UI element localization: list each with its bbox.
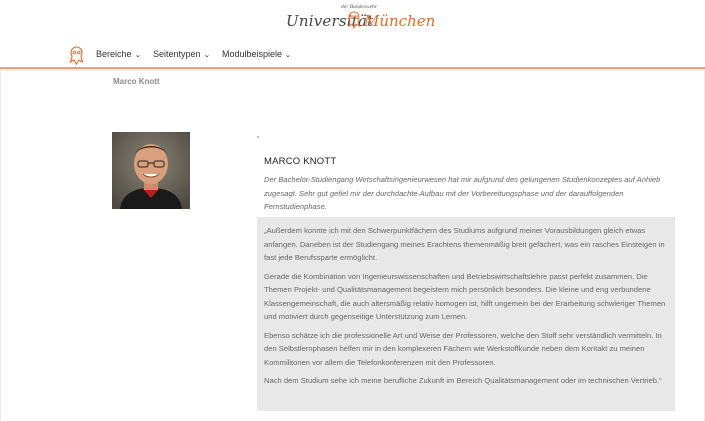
- nav-item-label: Seitentypen: [153, 49, 201, 59]
- logo-subtitle: der Bundeswehr: [341, 4, 377, 10]
- quote-paragraph: Gerade die Kombination von Ingenieurswis…: [264, 271, 666, 322]
- profile-name: MARCO KNOTT: [264, 156, 337, 167]
- breadcrumb: Marco Knott: [113, 77, 160, 86]
- owl-logo-icon: [348, 11, 360, 29]
- nav-item-bereiche[interactable]: Bereiche ⌄: [96, 49, 141, 59]
- page-border-left: [0, 70, 1, 421]
- home-owl-icon[interactable]: [69, 46, 84, 65]
- quote-paragraph: Nach dem Studium sehe ich meine beruflic…: [264, 376, 662, 385]
- main-navigation: Bereiche ⌄ Seitentypen ⌄ Modulbeispiele ⌄: [0, 44, 705, 68]
- testimonial-quote-box: „Außerdem konnte ich mit den Schwerpunkt…: [257, 217, 675, 411]
- nav-shadow: [0, 69, 705, 71]
- portrait-image: [112, 132, 190, 209]
- nav-item-label: Modulbeispiele: [222, 49, 283, 59]
- chevron-down-icon: ⌄: [133, 52, 141, 59]
- decorative-dot: [257, 136, 259, 138]
- nav-item-modulbeispiele[interactable]: Modulbeispiele ⌄: [222, 49, 292, 59]
- quote-paragraph: „Außerdem konnte ich mit den Schwerpunkt…: [264, 226, 665, 262]
- nav-item-seitentypen[interactable]: Seitentypen ⌄: [153, 49, 211, 59]
- chevron-down-icon: ⌄: [284, 52, 292, 59]
- chevron-down-icon: ⌄: [202, 52, 211, 59]
- quote-paragraph: Ebenso schätze ich die professionelle Ar…: [264, 330, 662, 367]
- profile-intro: Der Bachelor-Studiengang Wirtschaftsinge…: [264, 175, 661, 211]
- university-logo[interactable]: der Bundeswehr Universität München: [286, 4, 435, 32]
- nav-item-label: Bereiche: [96, 49, 132, 59]
- profile-photo: [112, 132, 190, 209]
- logo-city-text: München: [364, 12, 436, 30]
